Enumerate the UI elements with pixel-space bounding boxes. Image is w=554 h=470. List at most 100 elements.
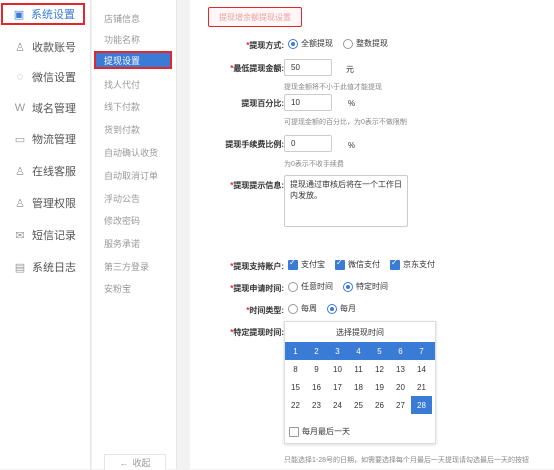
calendar-day-selected[interactable]: 28 [411,396,432,414]
nav-item-sms-records[interactable]: ✉ 短信记录 [0,224,90,246]
calendar-day[interactable]: 21 [411,378,432,396]
sub-item-service-promise[interactable]: 服务承诺 [104,237,140,250]
radio-integer-withdraw[interactable]: 整数提现 [343,38,388,49]
nav-item-logistics[interactable]: ▭ 物流管理 [0,128,90,150]
sub-item-auto-confirm[interactable]: 自动确认收货 [104,146,158,159]
radio-weekly[interactable]: 每周 [288,303,317,314]
support-account-options: 支付宝 微信支付 京东支付 [288,258,435,270]
calendar-day[interactable]: 8 [285,360,306,378]
calendar-day[interactable]: 26 [369,396,390,414]
log-icon: ▤ [14,261,26,274]
nav-item-admin-permission[interactable]: ♙ 管理权限 [0,192,90,214]
specific-time-label: *特定提现时间: [230,328,284,337]
calendar-day[interactable]: 18 [348,378,369,396]
calendar-day[interactable]: 23 [306,396,327,414]
calendar-day[interactable]: 24 [327,396,348,414]
radio-icon [343,281,353,292]
withdraw-percent-unit: % [348,99,356,108]
calendar-day[interactable]: 19 [369,378,390,396]
bottom-note: 只能选择1-28号的日期，如需要选择每个月最后一天提现请勾选最后一天的按钮 [284,457,530,464]
nav-item-payment-account[interactable]: ♙ 收款账号 [0,36,90,58]
calendar-day[interactable]: 27 [390,396,411,414]
service-icon: ♙ [15,165,25,178]
tip-message-textarea[interactable]: 提现通过审核后将在一个工作日内发放。 [284,175,408,227]
calendar-day[interactable]: 25 [348,396,369,414]
calendar-day[interactable]: 12 [369,360,390,378]
collapse-button[interactable]: ← 收起 [104,454,166,470]
calendar-day[interactable]: 1 [285,342,306,360]
calendar-day[interactable]: 14 [411,360,432,378]
nav-item-wechat-settings[interactable]: ◌ 微信设置 [0,66,90,88]
sub-item-floating-notice[interactable]: 浮动公告 [104,192,140,205]
calendar-day[interactable]: 6 [390,342,411,360]
calendar-day[interactable]: 4 [348,342,369,360]
calendar-day[interactable]: 10 [327,360,348,378]
sub-item-third-party-login[interactable]: 第三方登录 [104,260,149,273]
nav-item-online-service[interactable]: ♙ 在线客服 [0,160,90,182]
calendar-day[interactable]: 9 [306,360,327,378]
checkbox-wechat-pay[interactable]: 微信支付 [335,258,380,270]
support-account-label: *提现支持账户: [230,262,284,271]
min-amount-label: *最低提现金额: [230,64,284,73]
tip-message-label: *提现提示信息: [230,181,284,190]
sub-item-change-password[interactable]: 修改密码 [104,214,140,227]
apply-time-options: 任意时间 特定时间 [288,281,388,292]
sub-item-offline-payment[interactable]: 线下付款 [104,100,140,113]
sub-item-store-info[interactable]: 店铺信息 [104,12,140,25]
radio-icon [288,303,298,314]
withdraw-method-label: *提现方式: [246,41,284,50]
calendar-day[interactable]: 15 [285,378,306,396]
withdraw-method-options: 全额提现 整数提现 [288,38,388,49]
min-amount-input[interactable]: 50 [284,59,332,76]
radio-icon [327,303,337,314]
calendar-row: 15 16 17 18 19 20 21 [285,378,435,396]
nav-item-system-log[interactable]: ▤ 系统日志 [0,256,90,278]
calendar-title: 选择提现时间 [336,327,384,337]
settings-icon: ▣ [13,8,25,21]
sub-item-feature-name[interactable]: 功能名称 [104,33,140,46]
arrow-left-icon: ← [119,457,129,468]
calendar-day[interactable]: 17 [327,378,348,396]
last-day-checkbox[interactable]: 每月最后一天 [289,426,350,437]
calendar-day[interactable]: 13 [390,360,411,378]
fee-ratio-unit: % [348,141,356,150]
min-amount-hint: 提现金额将不小于此值才能提现 [284,84,382,91]
calendar-day[interactable]: 11 [348,360,369,378]
sub-item-withdraw-settings[interactable]: 提现设置 [94,51,172,69]
fee-ratio-input[interactable]: 0 [284,135,332,152]
calendar-day[interactable]: 22 [285,396,306,414]
radio-icon [288,281,298,292]
checkbox-icon [390,258,400,270]
calendar-day[interactable]: 16 [306,378,327,396]
time-type-options: 每周 每月 [288,303,356,314]
withdraw-percent-label: 提现百分比: [241,99,284,108]
radio-full-withdraw[interactable]: 全额提现 [288,38,333,49]
sub-item-anfenbao[interactable]: 安粉宝 [104,282,131,295]
calendar-day[interactable]: 5 [369,342,390,360]
calendar-day[interactable]: 20 [390,378,411,396]
wechat-icon: ◌ [16,71,24,83]
sub-item-cod[interactable]: 货到付款 [104,123,140,136]
domain-icon: W [14,102,26,114]
main-panel: 提现增余额提现设置 *提现方式: 全额提现 整数提现 *最低提现金额: 50 元… [190,0,554,469]
radio-any-time[interactable]: 任意时间 [288,281,333,292]
checkbox-icon [335,258,345,270]
sub-item-auto-cancel[interactable]: 自动取消订单 [104,169,158,182]
checkbox-jd-pay[interactable]: 京东支付 [390,258,435,270]
withdraw-percent-input[interactable]: 10 [284,94,332,111]
radio-icon [343,38,353,49]
user-icon: ♙ [15,41,25,54]
nav-item-domain-management[interactable]: W 域名管理 [0,97,90,119]
radio-monthly[interactable]: 每月 [327,303,356,314]
withdraw-percent-hint: 可提现金额的百分比，为0表示不做限制 [284,119,407,126]
calendar-day[interactable]: 2 [306,342,327,360]
checkbox-alipay[interactable]: 支付宝 [288,258,325,270]
calendar-day[interactable]: 3 [327,342,348,360]
calendar-row: 22 23 24 25 26 27 28 [285,396,435,414]
nav-item-system-settings[interactable]: ▣ 系统设置 [1,3,85,25]
radio-icon [288,38,298,49]
truck-icon: ▭ [14,133,26,146]
radio-specific-time[interactable]: 特定时间 [343,281,388,292]
calendar-day[interactable]: 7 [411,342,432,360]
sub-item-pay-for-me[interactable]: 找人代付 [104,78,140,91]
